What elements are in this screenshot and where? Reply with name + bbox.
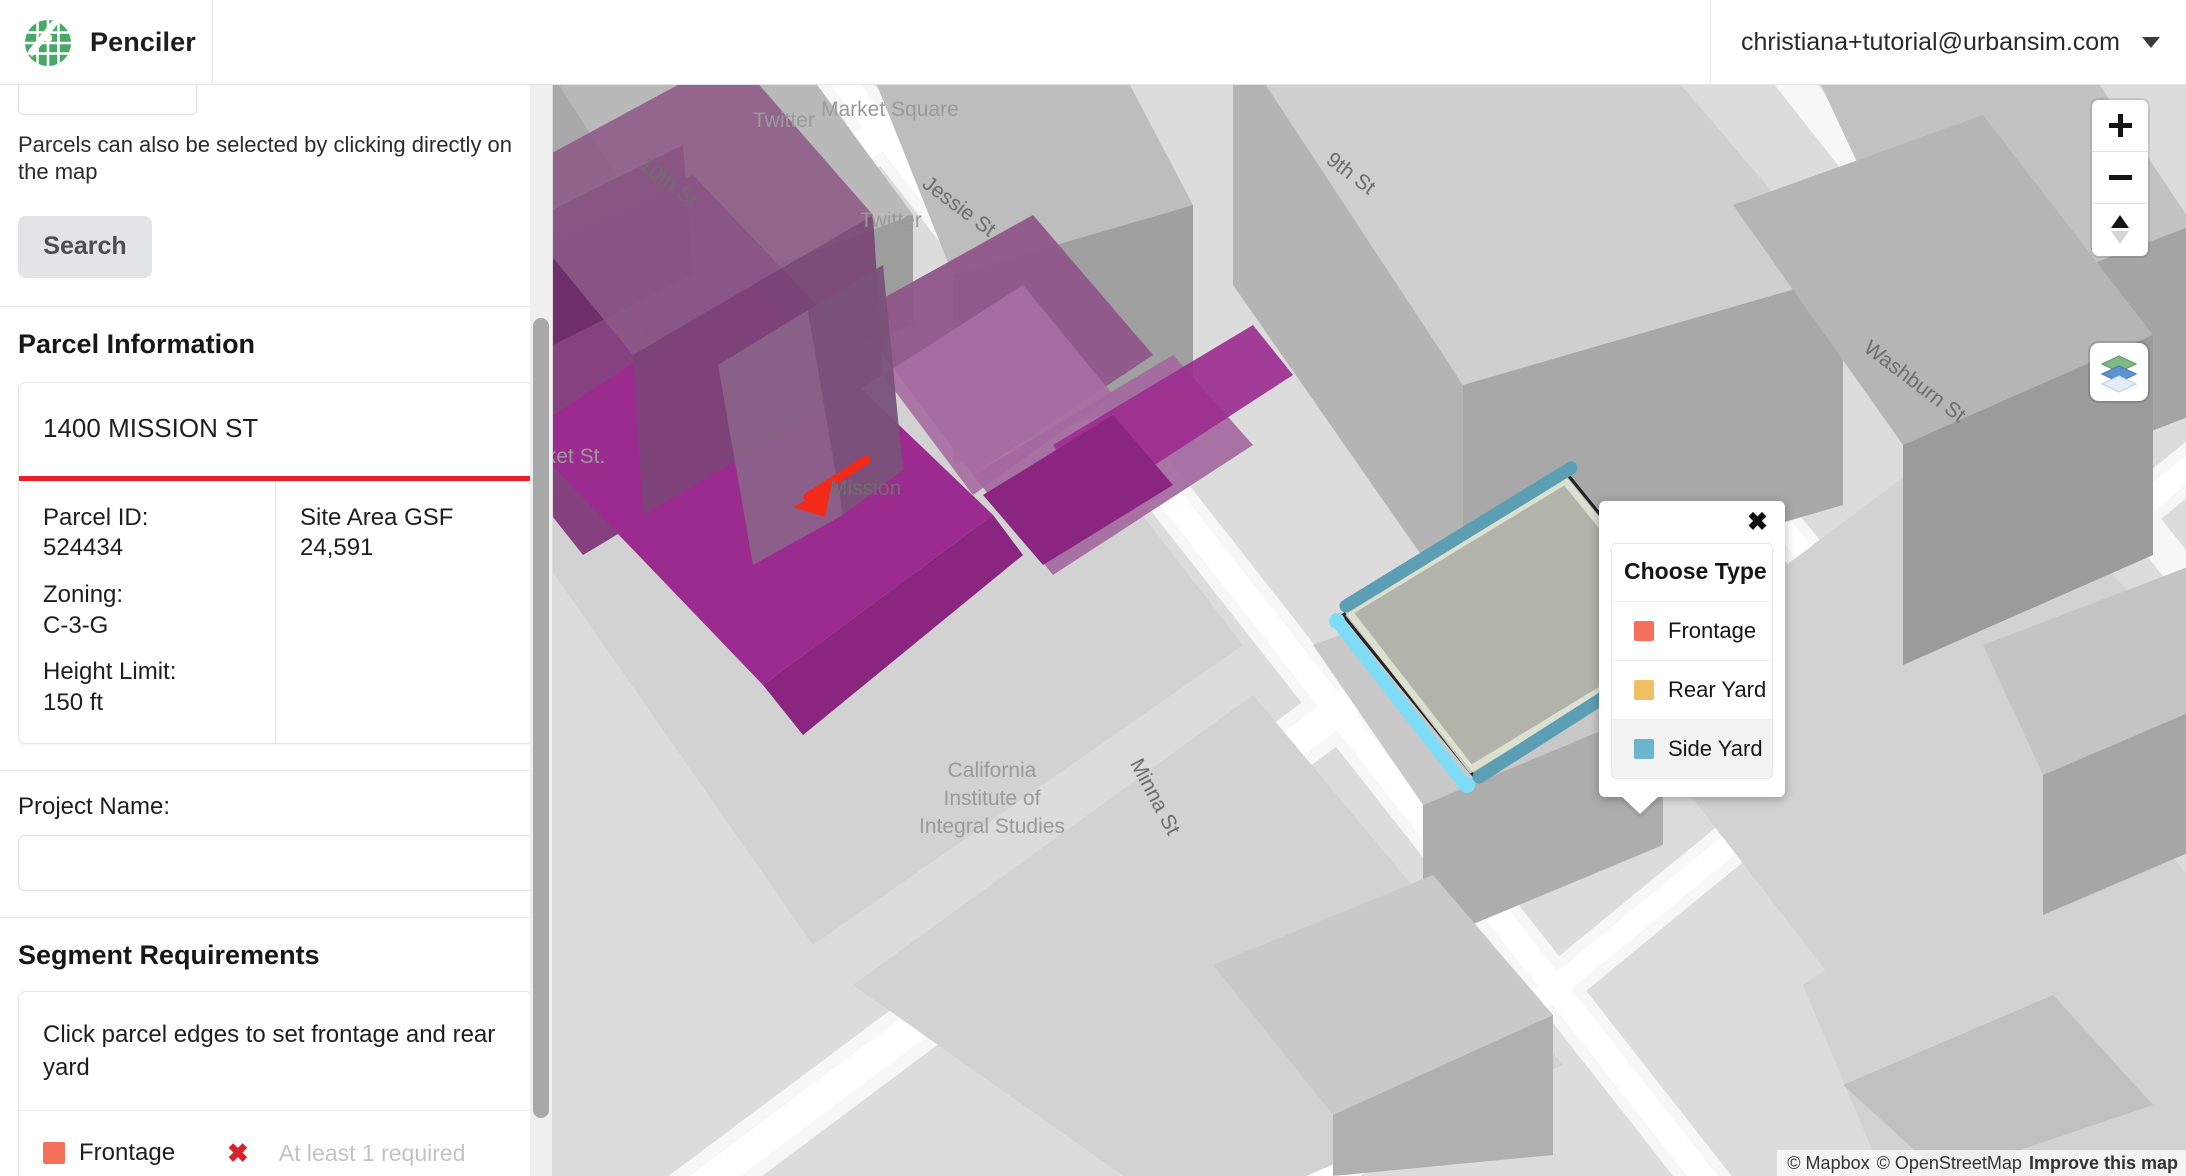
zoning-value: C-3-G <box>43 611 109 639</box>
sidebar: Parcels can also be selected by clicking… <box>0 85 553 1176</box>
close-icon[interactable]: ✖ <box>1747 509 1768 535</box>
top-bar: Penciler christiana+tutorial@urbansim.co… <box>0 0 2186 85</box>
segment-requirements-card: Click parcel edges to set frontage and r… <box>18 990 534 1176</box>
map-geometry <box>553 85 2186 1176</box>
site-area-value: 24,591 <box>300 534 374 562</box>
parcel-field: Parcel ID: 524434 <box>43 503 253 564</box>
project-name-section: Project Name: <box>0 771 552 917</box>
legend-label: Frontage <box>79 1139 176 1167</box>
parcel-field: Zoning: C-3-G <box>43 580 253 641</box>
attrib-osm[interactable]: © OpenStreetMap <box>1877 1153 2022 1174</box>
site-area-label: Site Area GSF <box>300 503 454 531</box>
globe-grid-icon <box>22 17 74 69</box>
layers-button[interactable] <box>2090 343 2148 401</box>
side-yard-swatch-icon <box>1634 739 1654 759</box>
popup-tail <box>1621 796 1659 814</box>
map-canvas[interactable]: Twitter Market Square Twitter 10th St Je… <box>553 85 2186 1176</box>
popup-item-frontage[interactable]: Frontage <box>1612 601 1772 660</box>
layers-stack-icon <box>2100 355 2138 393</box>
chevron-down-icon[interactable] <box>2142 37 2160 48</box>
sidebar-scrollbar-thumb[interactable] <box>533 318 549 1118</box>
parcel-field: Height Limit: 150 ft <box>43 657 253 718</box>
popup-item-label: Side Yard <box>1668 736 1763 761</box>
popup-item-label: Rear Yard <box>1668 677 1767 702</box>
zoom-in-button[interactable] <box>2092 100 2148 152</box>
frontage-swatch-icon <box>1634 621 1654 641</box>
segment-instruction: Click parcel edges to set frontage and r… <box>19 992 533 1112</box>
popup-item-rear-yard[interactable]: Rear Yard <box>1612 660 1772 719</box>
parcel-information-section: Parcel Information 1400 MISSION ST Parce… <box>0 307 552 744</box>
attrib-mapbox[interactable]: © Mapbox <box>1787 1153 1869 1174</box>
popup-title: Choose Type <box>1624 558 1767 584</box>
account-menu[interactable]: christiana+tutorial@urbansim.com <box>1711 0 2186 85</box>
choose-type-popup: ✖ Choose Type Frontage Rear Yard Side Ya… <box>1599 501 1785 814</box>
map-attribution: © Mapbox © OpenStreetMap Improve this ma… <box>1777 1150 2186 1176</box>
search-hint: Parcels can also be selected by clicking… <box>18 131 513 185</box>
popup-body: Choose Type Frontage Rear Yard Side Yard <box>1611 543 1773 779</box>
parcel-column-right: Site Area GSF 24,591 <box>276 481 533 743</box>
search-button[interactable]: Search <box>18 215 152 278</box>
map-zoom-controls <box>2092 100 2148 256</box>
brand[interactable]: Penciler <box>0 0 213 85</box>
popup-item-side-yard[interactable]: Side Yard <box>1612 719 1772 778</box>
parcel-column-left: Parcel ID: 524434 Zoning: C-3-G Height L… <box>19 480 276 743</box>
parcel-id-label: Parcel ID: <box>43 503 149 531</box>
compass-button[interactable] <box>2092 204 2148 256</box>
popup-item-label: Frontage <box>1668 618 1757 643</box>
project-name-input[interactable] <box>18 834 534 891</box>
parcel-address: 1400 MISSION ST <box>43 412 259 443</box>
minus-icon <box>2108 175 2132 180</box>
segment-legend: Frontage ✖ At least 1 required Rear Yard… <box>19 1111 533 1176</box>
brand-name: Penciler <box>90 27 196 57</box>
parcel-card: 1400 MISSION ST Parcel ID: 524434 Zoning… <box>18 381 534 744</box>
popup-close-row: ✖ <box>1599 501 1785 543</box>
parcel-detail-grid: Parcel ID: 524434 Zoning: C-3-G Height L… <box>19 480 533 743</box>
parcel-id-value: 524434 <box>43 534 124 562</box>
search-input[interactable] <box>18 85 197 115</box>
rear-yard-swatch-icon <box>1634 680 1654 700</box>
status-x-icon: ✖ <box>227 1138 249 1169</box>
height-limit-label: Height Limit: <box>43 658 177 686</box>
zoning-label: Zoning: <box>43 580 124 608</box>
segment-requirements-section: Segment Requirements Click parcel edges … <box>0 918 552 1176</box>
account-email: christiana+tutorial@urbansim.com <box>1740 28 2120 56</box>
attrib-improve-link[interactable]: Improve this map <box>2029 1153 2178 1174</box>
compass-icon <box>2107 213 2133 247</box>
frontage-requirement-note: At least 1 required <box>278 1139 466 1166</box>
parcel-field: Site Area GSF 24,591 <box>300 503 511 564</box>
app-root: Penciler christiana+tutorial@urbansim.co… <box>0 0 2186 1176</box>
top-bar-spacer <box>213 0 1711 84</box>
height-limit-value: 150 ft <box>43 689 104 717</box>
parcel-information-title: Parcel Information <box>18 328 256 359</box>
zoom-out-button[interactable] <box>2092 152 2148 204</box>
frontage-swatch-icon <box>43 1142 65 1165</box>
project-name-label: Project Name: <box>18 792 171 820</box>
segment-requirements-title: Segment Requirements <box>18 939 320 970</box>
legend-item-frontage: Frontage ✖ At least 1 required <box>43 1133 509 1173</box>
